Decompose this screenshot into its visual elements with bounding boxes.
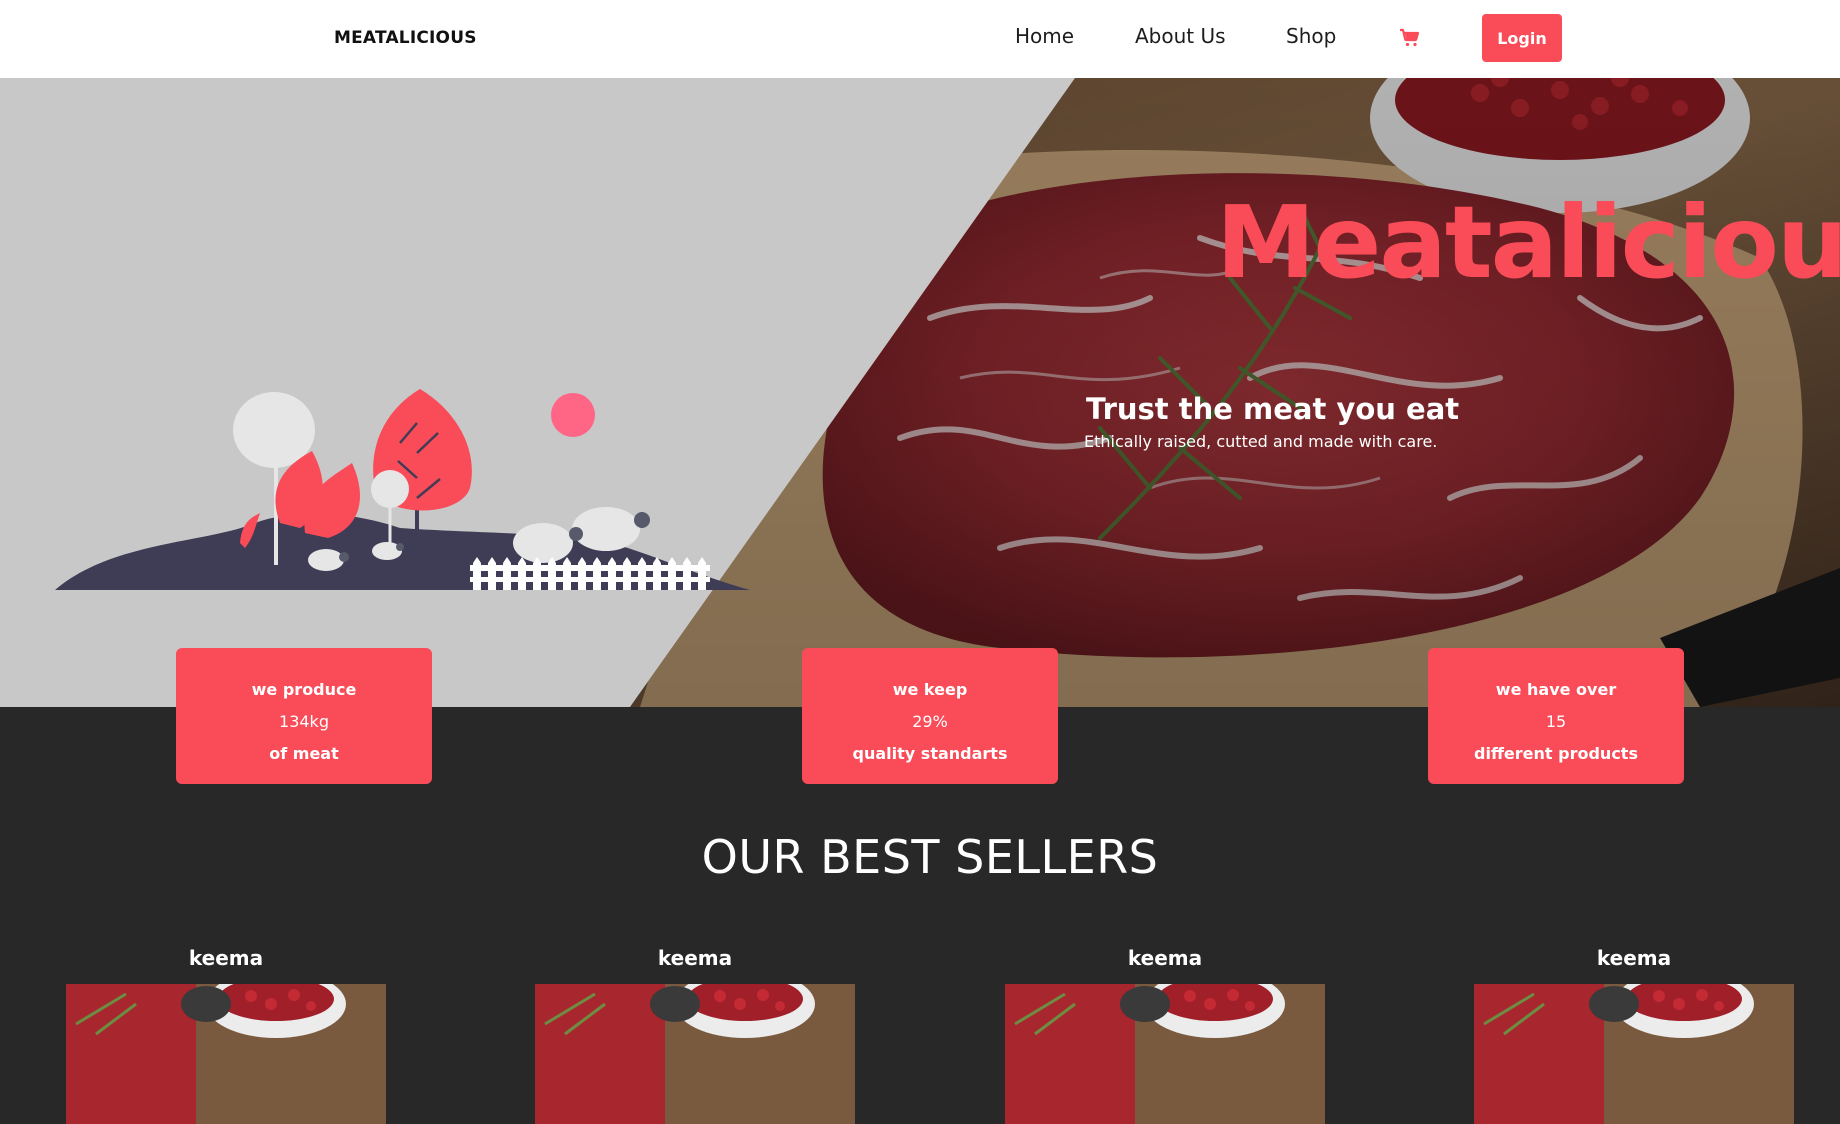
stat-prefix: we produce [251,680,357,699]
hero-title: Meatalicious [1216,184,1840,301]
stat-card-products: we have over 15 different products [1428,648,1684,784]
stat-value: 29% [912,712,948,731]
product-name: keema [657,946,733,970]
sun-icon [551,393,595,437]
nav-about-link[interactable]: About Us [1135,24,1226,48]
stat-suffix: of meat [269,744,339,763]
nav-home-link[interactable]: Home [1015,24,1074,48]
cart-icon[interactable] [1398,26,1422,50]
stat-value: 15 [1545,712,1567,731]
best-sellers-heading: OUR BEST SELLERS [701,830,1159,884]
product-image[interactable] [1005,984,1325,1124]
product-image[interactable] [535,984,855,1124]
stat-card-production: we produce 134kg of meat [176,648,432,784]
product-card[interactable]: keema [535,944,855,1124]
stat-suffix: different products [1474,744,1638,763]
hero-section: Meatalicious Trust the meat you eat Ethi… [0,78,1840,707]
product-name: keema [1127,946,1203,970]
hero-subtitle: Ethically raised, cutted and made with c… [1084,432,1438,451]
product-card[interactable]: keema [1005,944,1325,1124]
hero-tagline: Trust the meat you eat [1086,392,1460,426]
farm-illustration [55,389,750,590]
login-button[interactable]: Login [1482,14,1562,62]
stat-prefix: we have over [1495,680,1617,699]
stat-suffix: quality standarts [852,744,1008,763]
nav-shop-link[interactable]: Shop [1286,24,1336,48]
stat-value: 134kg [279,712,329,731]
product-image[interactable] [66,984,386,1124]
brand-logo[interactable]: MEATALICIOUS [334,28,477,48]
product-image[interactable] [1474,984,1794,1124]
stat-prefix: we keep [892,680,968,699]
stat-card-quality: we keep 29% quality standarts [802,648,1058,784]
product-name: keema [188,946,264,970]
product-name: keema [1596,946,1672,970]
navbar: MEATALICIOUS Home About Us Shop Login [0,0,1840,78]
product-card[interactable]: keema [1474,944,1794,1124]
product-card[interactable]: keema [66,944,386,1124]
